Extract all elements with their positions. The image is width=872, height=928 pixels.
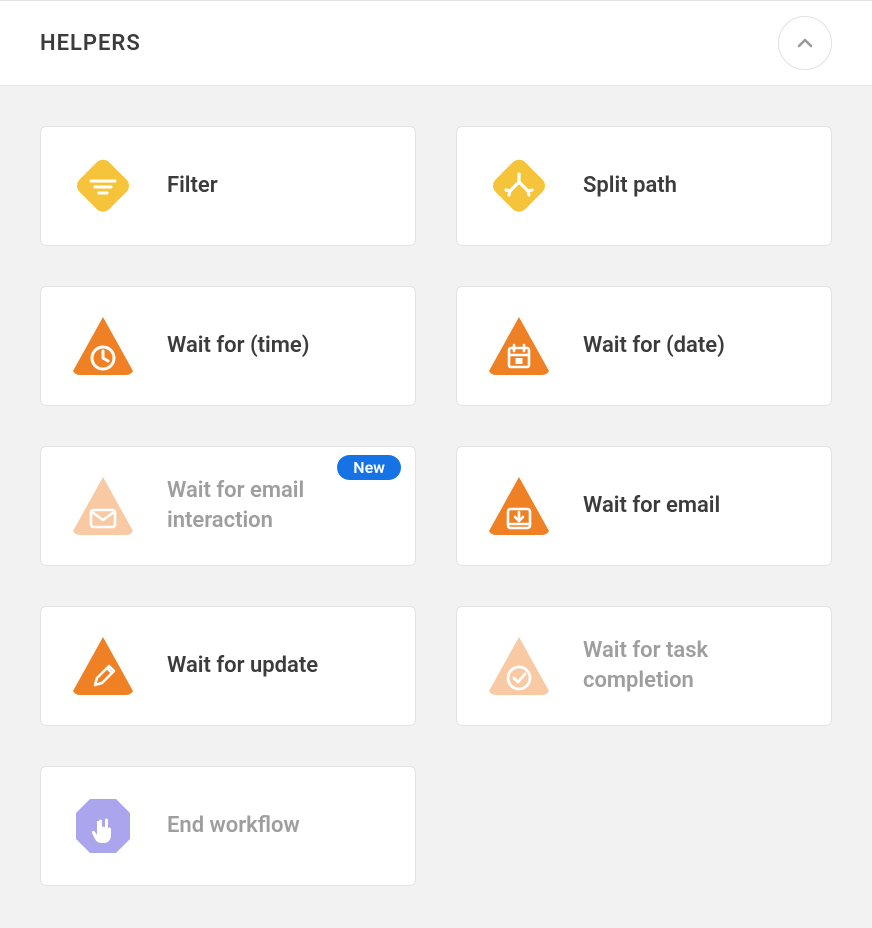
card-label: Wait for update <box>167 651 318 681</box>
end-workflow-icon <box>69 791 137 861</box>
card-wait-for-date[interactable]: Wait for (date) <box>456 286 832 406</box>
card-split-path[interactable]: Split path <box>456 126 832 246</box>
filter-icon <box>69 151 137 221</box>
new-badge: New <box>337 455 401 480</box>
card-label: Wait for (date) <box>583 331 725 361</box>
card-wait-task-completion[interactable]: Wait for task completion <box>456 606 832 726</box>
card-label: Split path <box>583 171 677 201</box>
card-label: Filter <box>167 171 218 201</box>
card-label: End workflow <box>167 811 300 841</box>
card-label: Wait for (time) <box>167 331 309 361</box>
wait-time-icon <box>69 311 137 381</box>
collapse-button[interactable] <box>778 16 832 70</box>
wait-date-icon <box>485 311 553 381</box>
section-header: HELPERS <box>0 0 872 86</box>
card-label: Wait for email <box>583 491 720 521</box>
helpers-grid: Filter Split path <box>0 86 872 926</box>
card-wait-for-update[interactable]: Wait for update <box>40 606 416 726</box>
section-title: HELPERS <box>40 31 141 56</box>
card-wait-for-time[interactable]: Wait for (time) <box>40 286 416 406</box>
wait-email-interaction-icon <box>69 471 137 541</box>
card-label: Wait for email interaction <box>167 476 387 535</box>
split-path-icon <box>485 151 553 221</box>
card-end-workflow[interactable]: End workflow <box>40 766 416 886</box>
wait-task-completion-icon <box>485 631 553 701</box>
chevron-up-icon <box>793 31 817 55</box>
card-filter[interactable]: Filter <box>40 126 416 246</box>
card-label: Wait for task completion <box>583 636 803 695</box>
card-wait-for-email[interactable]: Wait for email <box>456 446 832 566</box>
wait-email-icon <box>485 471 553 541</box>
wait-update-icon <box>69 631 137 701</box>
card-wait-email-interaction[interactable]: New Wait for email interaction <box>40 446 416 566</box>
